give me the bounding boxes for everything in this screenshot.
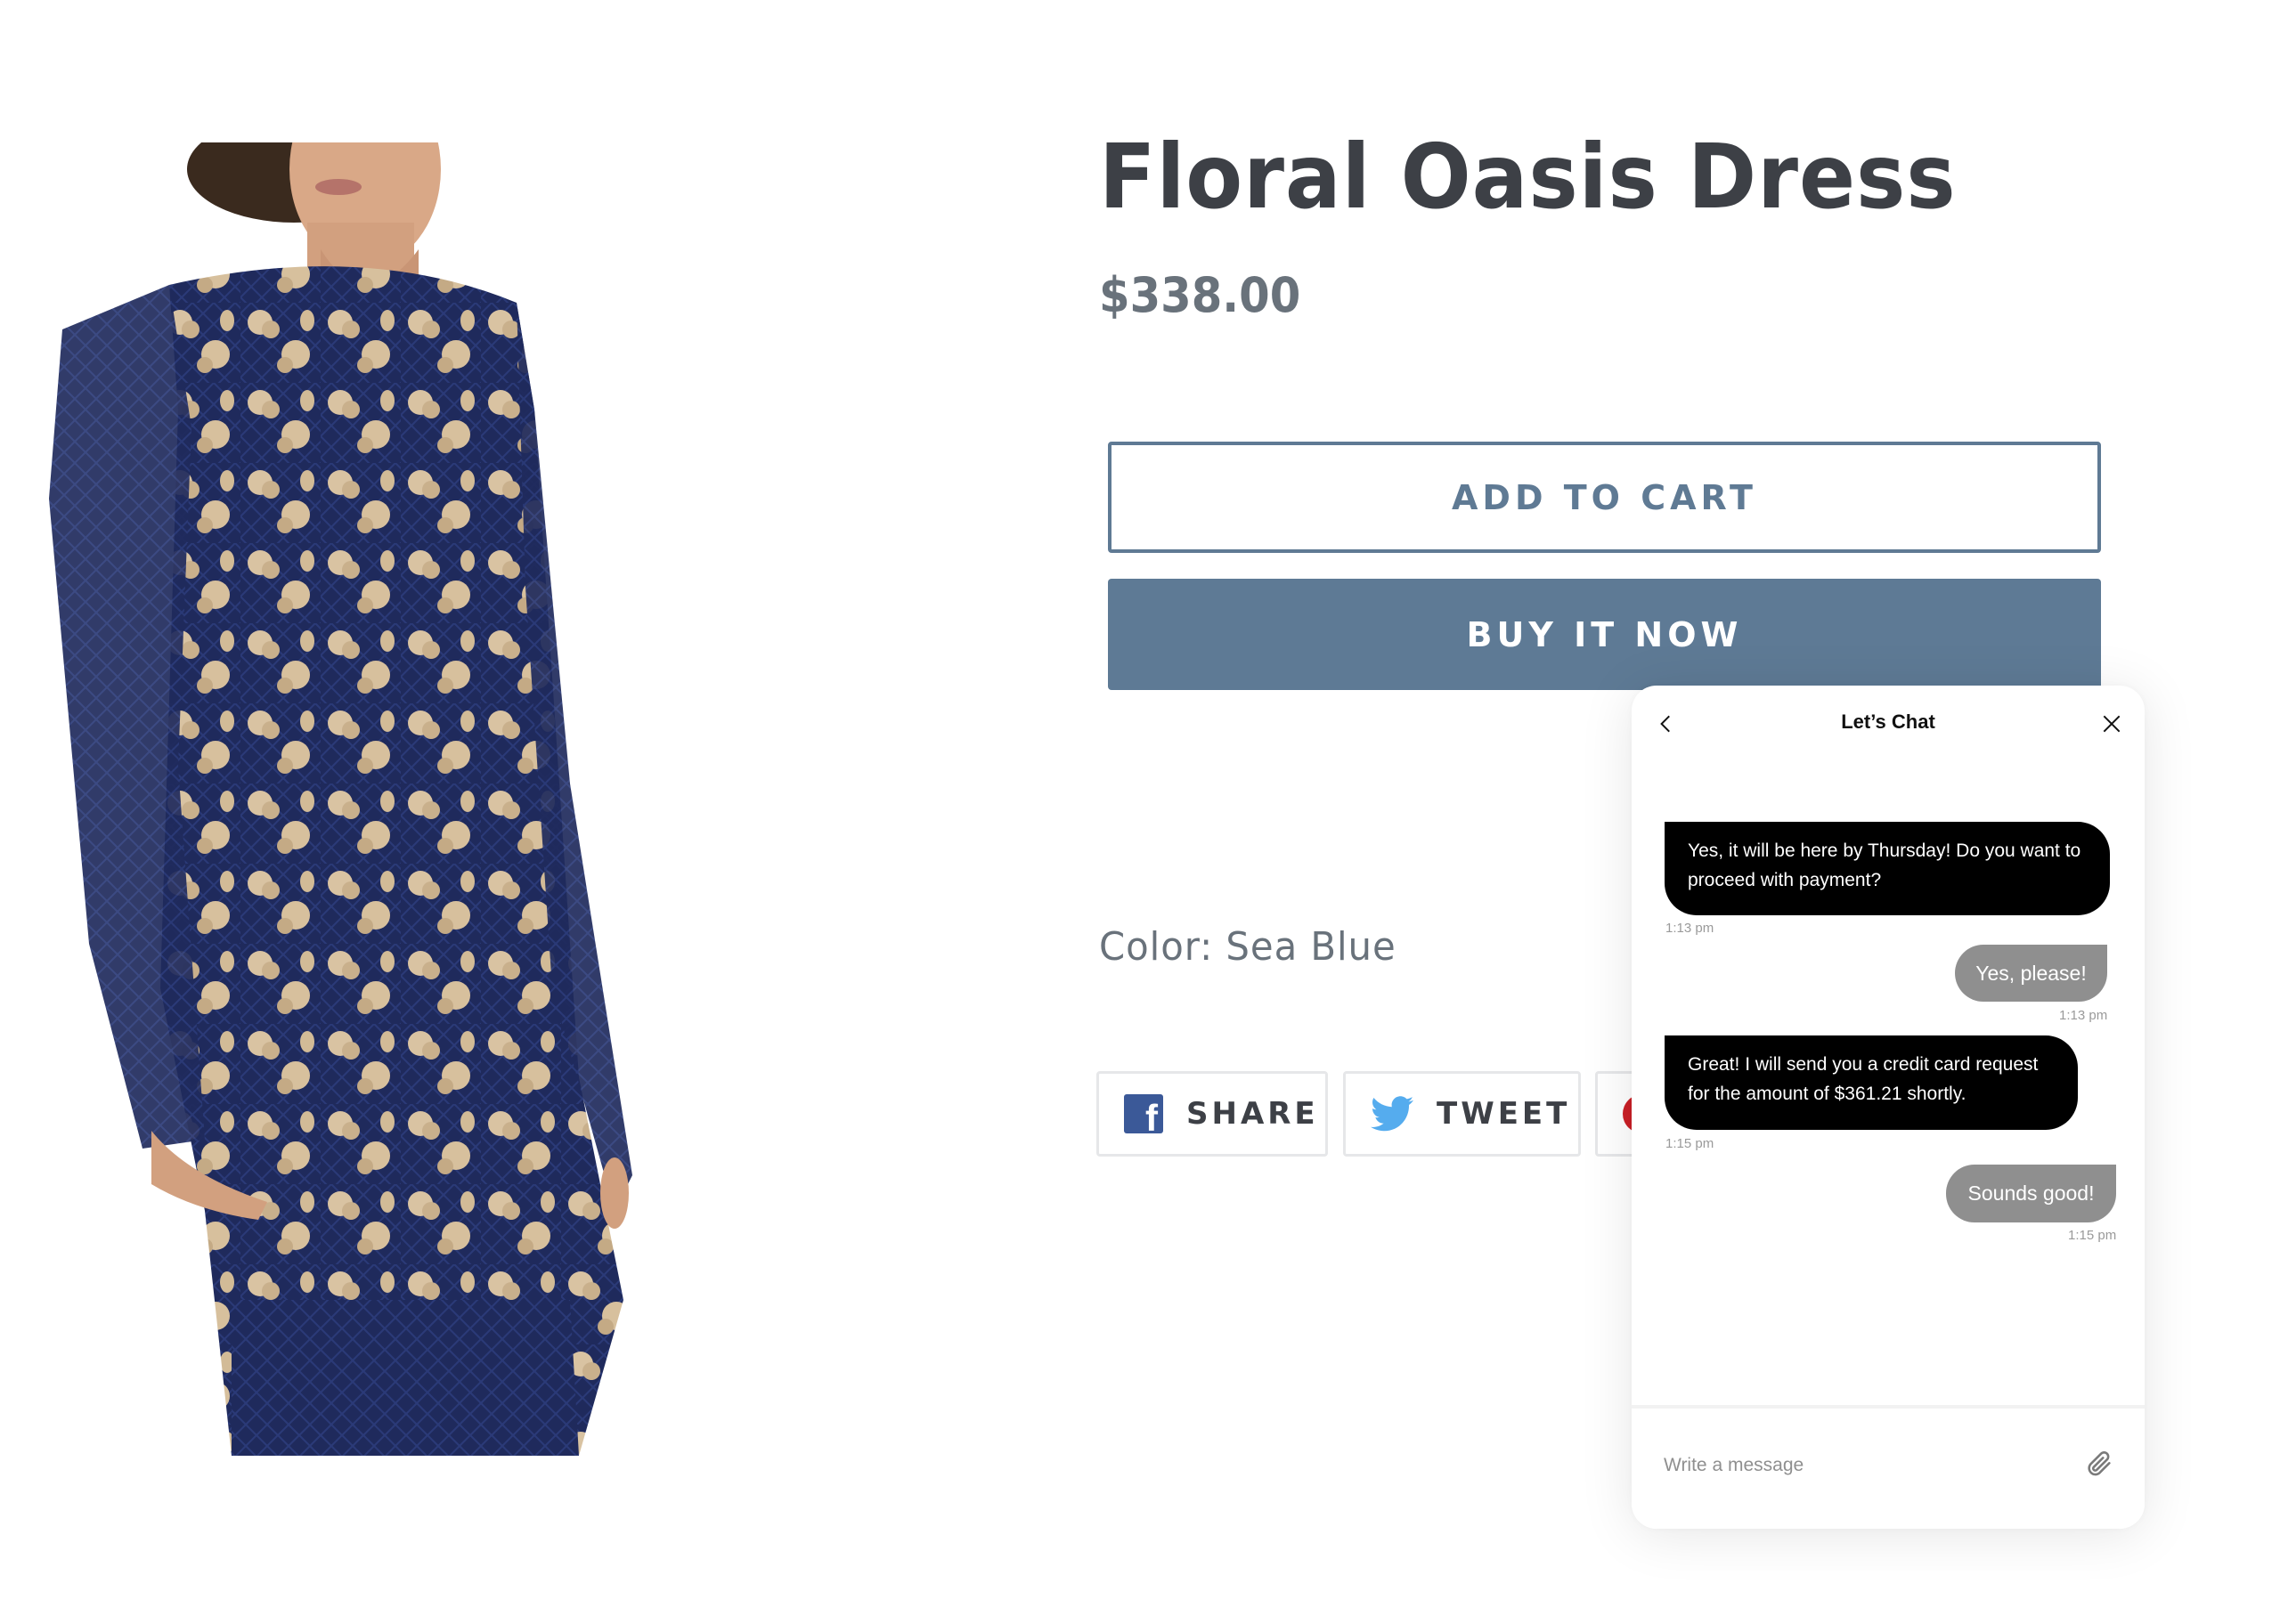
message-timestamp: 1:15 pm	[1665, 1136, 1714, 1151]
product-image	[0, 142, 677, 1456]
tweet-label: TWEET	[1437, 1096, 1571, 1132]
message-timestamp: 1:13 pm	[2059, 1008, 2108, 1023]
chat-widget: Let’s Chat Yes, it will be here by Thurs…	[1632, 686, 2145, 1529]
agent-message: Great! I will send you a credit card req…	[1665, 1035, 2078, 1130]
paperclip-icon[interactable]	[2084, 1448, 2114, 1480]
user-message: Yes, please!	[1955, 945, 2107, 1002]
facebook-icon: f	[1124, 1094, 1163, 1133]
chat-header: Let’s Chat	[1632, 686, 2145, 764]
dress-photo	[49, 142, 632, 1456]
buy-it-now-button[interactable]: BUY IT NOW	[1108, 579, 2101, 690]
add-to-cart-button[interactable]: ADD TO CART	[1108, 442, 2101, 553]
user-message: Sounds good!	[1946, 1165, 2116, 1222]
message-input[interactable]	[1664, 1448, 2056, 1483]
close-icon[interactable]	[2100, 712, 2123, 735]
twitter-tweet-button[interactable]: TWEET	[1343, 1071, 1581, 1157]
message-timestamp: 1:13 pm	[1665, 921, 1714, 936]
product-price: $338.00	[1099, 267, 1301, 323]
share-label: SHARE	[1186, 1096, 1319, 1132]
color-selection-label: Color: Sea Blue	[1099, 924, 1396, 970]
agent-message: Yes, it will be here by Thursday! Do you…	[1665, 822, 2110, 915]
message-timestamp: 1:15 pm	[2068, 1228, 2117, 1243]
product-title: Floral Oasis Dress	[1099, 125, 1957, 229]
chat-composer	[1632, 1405, 2145, 1529]
twitter-icon	[1371, 1096, 1413, 1132]
chat-title: Let’s Chat	[1841, 710, 1935, 733]
facebook-share-button[interactable]: f SHARE	[1096, 1071, 1328, 1157]
